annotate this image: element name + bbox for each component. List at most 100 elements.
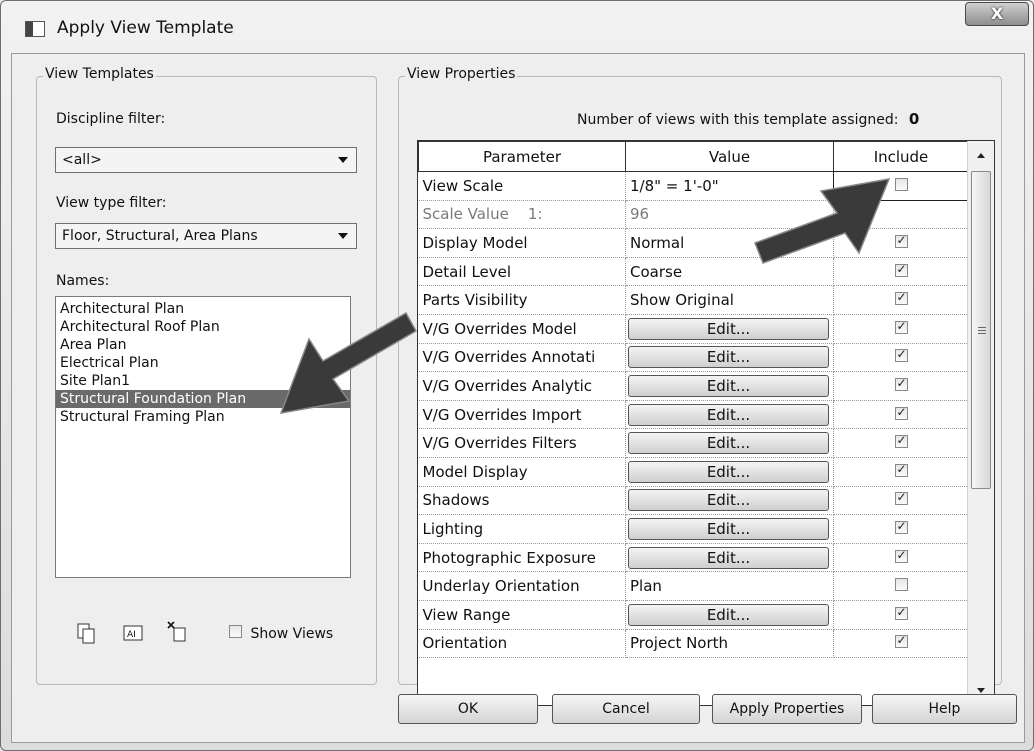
value-cell: Edit... <box>625 371 834 401</box>
parameter-cell: Parts Visibility <box>418 285 626 315</box>
table-row: V/G Overrides Model Edit... <box>418 314 969 344</box>
svg-text:AI: AI <box>127 630 136 640</box>
scroll-down-icon[interactable] <box>977 688 985 693</box>
view-templates-group-title: View Templates <box>43 66 156 82</box>
discipline-filter-dropdown[interactable]: <all> <box>55 147 357 173</box>
edit-button[interactable]: Edit... <box>628 546 829 569</box>
parameter-cell: Display Model <box>418 228 626 258</box>
value-cell: Edit... <box>625 543 834 573</box>
include-cell <box>833 343 969 373</box>
table-row: Orientation Project North <box>418 629 969 659</box>
rename-icon[interactable]: AI <box>123 625 143 645</box>
parameter-cell: V/G Overrides Import <box>418 400 626 430</box>
include-checkbox[interactable] <box>894 633 908 649</box>
close-button[interactable]: X <box>965 2 1029 26</box>
parameter-cell: View Range <box>418 600 626 630</box>
include-cell <box>833 486 969 516</box>
assigned-count-value: 0 <box>908 110 920 128</box>
parameter-cell: V/G Overrides Model <box>418 314 626 344</box>
include-checkbox[interactable] <box>894 605 908 620</box>
value-cell[interactable]: Plan <box>625 571 834 601</box>
view-type-filter-dropdown[interactable]: Floor, Structural, Area Plans <box>55 223 357 249</box>
include-cell <box>833 514 969 544</box>
value-cell[interactable]: Show Original <box>625 285 834 315</box>
value-cell[interactable]: Project North <box>625 629 834 659</box>
include-checkbox[interactable] <box>894 433 908 449</box>
assigned-count-label: Number of views with this template assig… <box>577 112 899 128</box>
parameter-cell: Detail Level <box>418 257 626 287</box>
table-row: Model Display Edit... <box>418 457 969 487</box>
assigned-count-text: Number of views with this template assig… <box>577 110 919 128</box>
dialog-title: Apply View Template <box>57 18 234 38</box>
cancel-button[interactable]: Cancel <box>552 694 700 724</box>
edit-button[interactable]: Edit... <box>628 346 829 369</box>
help-button[interactable]: Help <box>872 694 1017 724</box>
include-cell <box>833 571 969 601</box>
app-window-icon <box>25 21 45 37</box>
value-cell: Edit... <box>625 486 834 516</box>
include-checkbox[interactable] <box>894 347 908 363</box>
chevron-down-icon <box>338 233 348 239</box>
callout-arrow-right <box>754 178 891 264</box>
include-checkbox[interactable] <box>894 519 908 534</box>
include-checkbox[interactable] <box>894 578 908 592</box>
value-cell: Edit... <box>625 400 834 430</box>
callout-arrow-left <box>279 311 418 414</box>
scrollbar-thumb[interactable] <box>971 171 991 489</box>
value-cell: Edit... <box>625 457 834 487</box>
edit-button[interactable]: Edit... <box>628 460 829 483</box>
table-row: Parts Visibility Show Original <box>418 285 969 315</box>
show-views-label: Show Views <box>250 626 334 642</box>
parameter-cell: Scale Value 1: <box>418 200 626 230</box>
include-cell <box>833 629 969 659</box>
parameter-cell: Lighting <box>418 514 626 544</box>
value-cell: Edit... <box>625 314 834 344</box>
show-views-control[interactable]: Show Views <box>229 625 333 642</box>
edit-button[interactable]: Edit... <box>628 403 829 426</box>
names-label: Names: <box>56 273 110 289</box>
discipline-filter-label: Discipline filter: <box>56 111 166 127</box>
include-checkbox[interactable] <box>894 548 908 563</box>
edit-button[interactable]: Edit... <box>628 374 829 397</box>
include-cell <box>833 371 969 401</box>
include-cell <box>833 400 969 430</box>
grip-icon <box>978 327 986 334</box>
edit-button[interactable]: Edit... <box>628 489 829 512</box>
edit-button[interactable]: Edit... <box>628 317 829 340</box>
value-cell: Edit... <box>625 600 834 630</box>
value-cell: Edit... <box>625 514 834 544</box>
duplicate-icon[interactable] <box>77 623 97 649</box>
edit-button[interactable]: Edit... <box>628 517 829 540</box>
parameter-cell: Photographic Exposure <box>418 543 626 573</box>
table-row: Lighting Edit... <box>418 514 969 544</box>
include-cell <box>833 543 969 573</box>
apply-properties-button[interactable]: Apply Properties <box>712 694 862 724</box>
ok-button[interactable]: OK <box>398 694 538 724</box>
column-header-parameter[interactable]: Parameter <box>418 141 626 172</box>
include-checkbox[interactable] <box>894 405 908 420</box>
include-cell <box>833 428 969 458</box>
delete-icon[interactable] <box>167 621 189 647</box>
table-row: Photographic Exposure Edit... <box>418 543 969 573</box>
grid-vertical-scrollbar[interactable] <box>967 141 994 705</box>
view-properties-group-title: View Properties <box>405 66 518 82</box>
table-row: Shadows Edit... <box>418 486 969 516</box>
view-properties-grid: Parameter Value Include View Scale 1/8" =… <box>417 140 995 706</box>
edit-button[interactable]: Edit... <box>628 432 829 455</box>
table-row: V/G Overrides Filters Edit... <box>418 428 969 458</box>
table-row: View Range Edit... <box>418 600 969 630</box>
value-cell: Edit... <box>625 343 834 373</box>
include-checkbox[interactable] <box>894 462 908 477</box>
show-views-checkbox[interactable] <box>229 625 242 638</box>
view-type-filter-value: Floor, Structural, Area Plans <box>62 228 258 244</box>
include-checkbox[interactable] <box>894 490 908 506</box>
include-checkbox[interactable] <box>894 290 908 306</box>
chevron-down-icon <box>338 157 348 163</box>
include-checkbox[interactable] <box>894 319 908 334</box>
edit-button[interactable]: Edit... <box>628 603 829 626</box>
include-checkbox[interactable] <box>894 376 908 391</box>
table-row: V/G Overrides Analytic Edit... <box>418 371 969 401</box>
table-row: V/G Overrides Annotati Edit... <box>418 343 969 373</box>
title-bar[interactable]: Apply View Template X <box>1 1 1033 53</box>
scroll-up-icon[interactable] <box>977 153 985 158</box>
